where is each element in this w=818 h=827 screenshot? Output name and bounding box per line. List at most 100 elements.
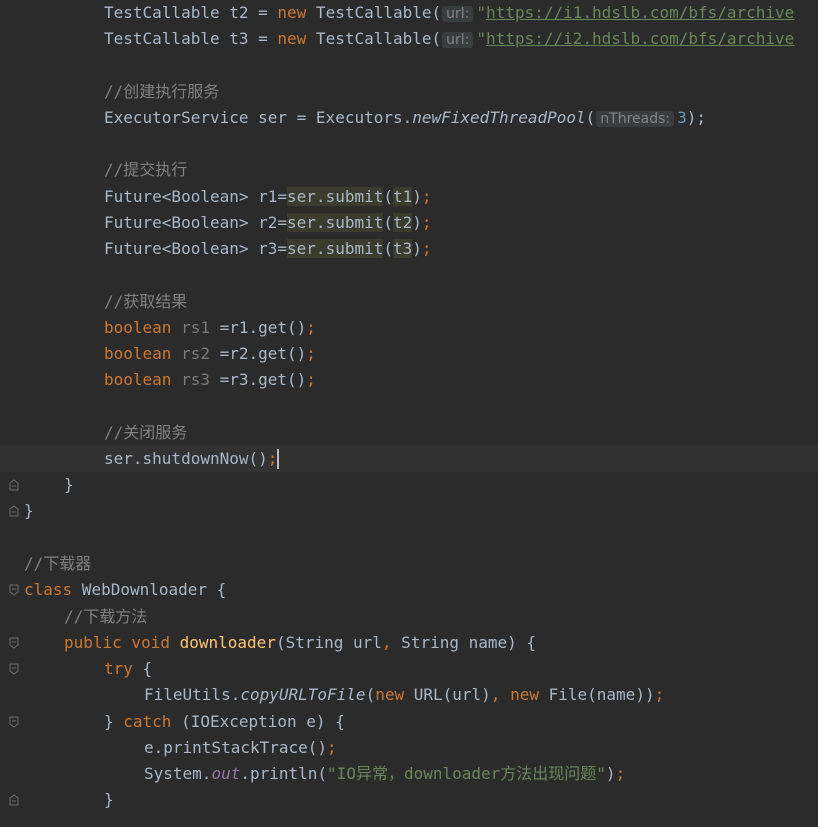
code-token: =r1.get() [209,318,307,337]
code-token: copyURLToFile [240,685,366,704]
code-token: ser.submit [287,187,384,206]
code-token: TestCallable( [306,3,442,22]
code-text: try { [104,659,152,679]
code-token: ( [383,239,393,258]
code-text: } [64,475,74,494]
code-token: public [64,633,122,652]
code-text: System.out.println("IO异常，downloader方法出现问… [144,764,625,784]
code-token: e.printStackTrace() [144,738,328,757]
code-token: } [104,712,124,731]
code-token: ; [327,738,337,757]
code-token: " [476,29,487,48]
code-line: TestCallable t2 = new TestCallable(url: "… [0,0,818,26]
fold-start-icon[interactable] [9,584,19,596]
fold-end-icon[interactable] [9,479,19,491]
current-line[interactable]: ser.shutdownNow(); [0,446,818,472]
code-text: e.printStackTrace(); [144,738,337,758]
code-token: class [24,580,73,599]
code-token: TestCallable t2 = [104,3,278,22]
code-token: rs1 [171,318,210,337]
code-token: ( [585,108,596,127]
code-token: "IO异常，downloader方法出现问题" [327,764,606,783]
url-link[interactable]: https://i2.hdslb.com/bfs/archive [486,29,794,48]
code-line: e.printStackTrace(); [0,735,818,761]
code-token: , [490,685,501,704]
code-text: } [104,790,114,809]
code-text: Future<Boolean> r2=ser.submit(t2); [104,213,432,233]
code-token: ) [412,213,422,232]
code-line: ExecutorService ser = Executors.newFixed… [0,105,818,131]
code-editor[interactable]: TestCallable t2 = new TestCallable(url: "… [0,0,818,827]
fold-start-icon[interactable] [9,716,19,728]
code-line: public void downloader(String url, Strin… [0,630,818,656]
code-token: ( [383,213,393,232]
fold-start-icon[interactable] [9,663,19,675]
code-line: Future<Boolean> r1=ser.submit(t1); [0,184,818,210]
code-token: String name) { [391,633,537,652]
code-text: } [24,501,34,520]
code-token: ; [306,318,316,337]
code-token: (String url [275,633,382,652]
code-token: 3 [677,108,687,127]
code-text: //获取结果 [104,292,188,311]
code-line: boolean rs3 =r3.get(); [0,367,818,393]
code-line: } [0,472,818,498]
code-token: new [277,3,307,22]
code-token: ; [421,213,432,232]
code-token: t3 [393,239,413,258]
code-text: FileUtils.copyURLToFile(new URL(url), ne… [144,685,664,705]
code-text: boolean rs2 =r2.get(); [104,344,316,364]
url-link[interactable]: https://i1.hdslb.com/bfs/archive [486,3,794,22]
code-text: public void downloader(String url, Strin… [64,633,536,653]
code-token: Future<Boolean> r1= [104,187,288,206]
code-token: try [104,659,133,678]
code-token: =r3.get() [209,370,307,389]
code-line: //提交执行 [0,157,818,183]
code-token: { [132,659,153,678]
code-token: ; [615,764,626,783]
code-line: try { [0,656,818,682]
code-text: } catch (IOException e) { [104,712,345,732]
code-token: ser.shutdownNow() [104,449,268,468]
code-line: class WebDownloader { [0,577,818,603]
code-token: new [500,685,539,704]
code-token: ser.submit [287,213,384,232]
code-line: //创建执行服务 [0,79,818,105]
code-token: ); [686,108,707,127]
code-token: Future<Boolean> r2= [104,213,288,232]
code-line: Future<Boolean> r2=ser.submit(t2); [0,210,818,236]
code-text: class WebDownloader { [24,580,226,600]
code-token: rs2 [171,344,210,363]
code-text: //下载器 [24,554,92,573]
fold-start-icon[interactable] [9,637,19,649]
parameter-hint: url: [442,32,474,48]
code-token: ( [383,187,393,206]
code-token: downloader [169,633,276,652]
code-token: ; [654,685,665,704]
code-token: ; [421,239,432,258]
code-token: System. [144,764,212,783]
fold-end-icon[interactable] [9,505,19,517]
code-line: FileUtils.copyURLToFile(new URL(url), ne… [0,682,818,708]
fold-end-icon[interactable] [9,794,19,806]
code-line: } catch (IOException e) { [0,709,818,735]
code-token: ; [306,344,316,363]
code-line: boolean rs1 =r1.get(); [0,315,818,341]
code-text: ser.shutdownNow(); [104,449,280,469]
code-token: newFixedThreadPool [412,108,586,127]
code-token: ; [306,370,316,389]
code-token: , [381,633,392,652]
parameter-hint: url: [442,6,474,22]
code-line: System.out.println("IO异常，downloader方法出现问… [0,761,818,787]
code-text: TestCallable t3 = new TestCallable(url: "… [104,29,794,50]
code-token: ExecutorService ser = Executors. [104,108,413,127]
code-text: Future<Boolean> r3=ser.submit(t3); [104,239,432,259]
code-text: //提交执行 [104,160,188,179]
code-token: TestCallable t3 = [104,29,278,48]
code-token: (IOException e) { [171,712,345,731]
code-token: ) [605,764,616,783]
code-token: boolean [104,344,172,363]
code-token: t1 [393,187,413,206]
code-token: WebDownloader { [72,580,227,599]
code-line: //下载器 [0,551,818,577]
